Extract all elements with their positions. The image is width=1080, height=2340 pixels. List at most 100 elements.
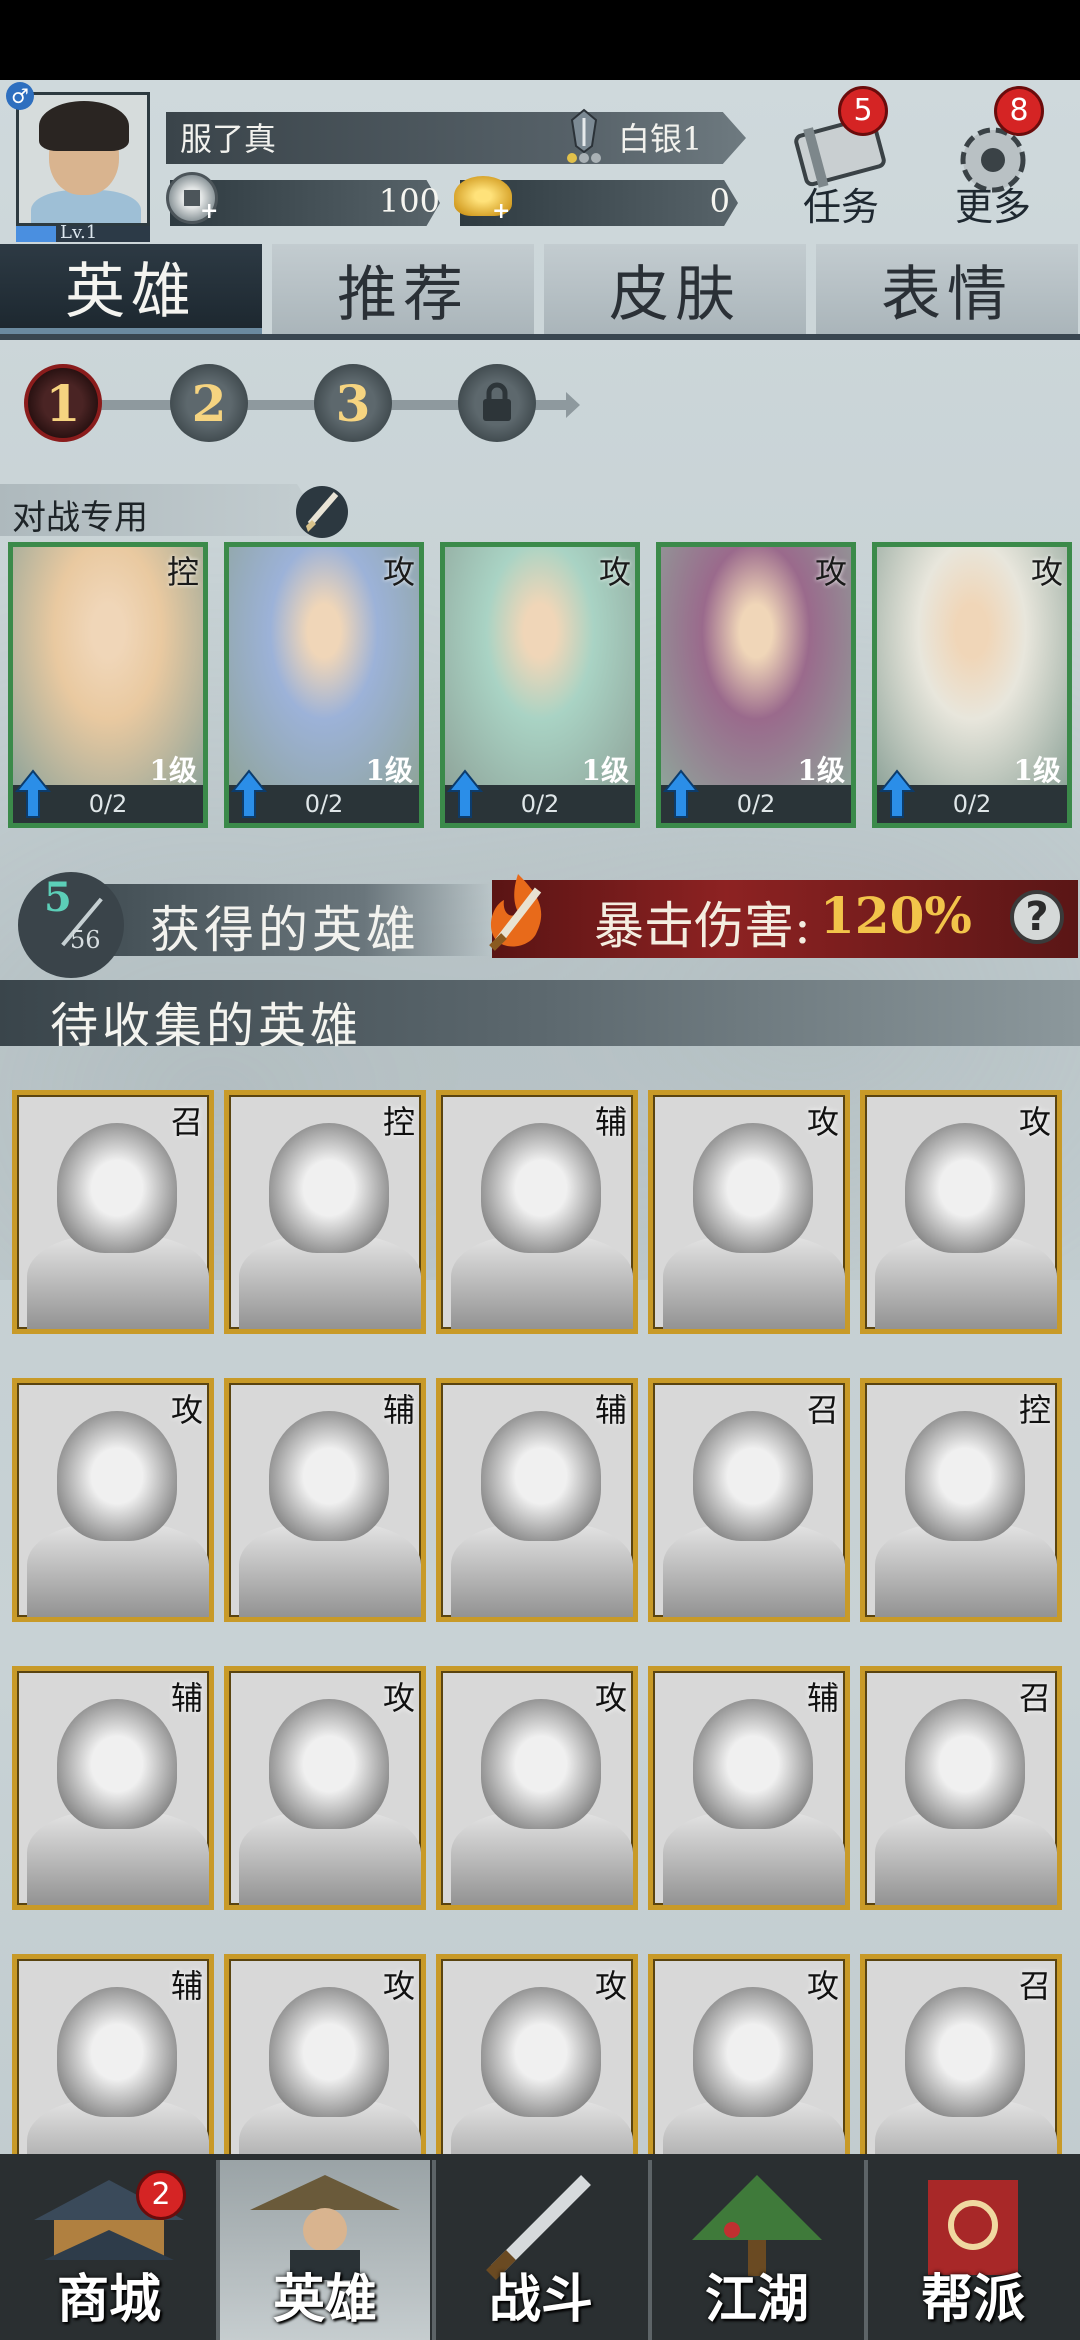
add-silver-icon[interactable]: + — [200, 198, 218, 224]
uncollected-hero-card[interactable]: 辅 — [12, 1954, 214, 2174]
team-hero-card[interactable]: 控 1级 0/2 — [8, 542, 208, 828]
upgrade-arrow-icon — [663, 769, 699, 818]
page-locked-button[interactable] — [458, 364, 536, 442]
tasks-button[interactable]: 任务 5 — [786, 86, 896, 229]
hero-role: 辅 — [594, 1103, 627, 1141]
shop-badge: 2 — [136, 2170, 186, 2220]
hero-role: 攻 — [382, 553, 415, 591]
hero-silhouette-head — [905, 1411, 1025, 1541]
uncollected-hero-card[interactable]: 召 — [12, 1090, 214, 1334]
uncollected-hero-card[interactable]: 攻 — [224, 1954, 426, 2174]
uncollected-hero-card[interactable]: 攻 — [648, 1090, 850, 1334]
hero-role: 辅 — [170, 1679, 203, 1717]
nav-shop[interactable]: 商城 2 — [4, 2160, 214, 2340]
hero-silhouette-head — [693, 1123, 813, 1253]
tab-underline — [0, 334, 1080, 340]
brush-icon — [306, 492, 339, 532]
uncollected-hero-card[interactable]: 攻 — [860, 1090, 1062, 1334]
hero-role: 攻 — [1030, 553, 1063, 591]
hero-role: 控 — [166, 553, 199, 591]
gold-amount: 0 — [709, 182, 730, 220]
nav-battle[interactable]: 战斗 — [436, 2160, 646, 2340]
rank-icon[interactable] — [562, 108, 606, 164]
upgrade-arrow-icon — [447, 769, 483, 818]
crit-damage-value: 120% — [820, 886, 972, 945]
to-collect-label: 待收集的英雄 — [50, 998, 363, 1054]
hero-role: 辅 — [170, 1967, 203, 2005]
uncollected-hero-card[interactable]: 辅 — [436, 1090, 638, 1334]
hero-silhouette-head — [905, 1987, 1025, 2117]
hero-silhouette-head — [57, 1987, 177, 2117]
uncollected-hero-card[interactable]: 攻 — [648, 1954, 850, 2174]
tasks-label: 任务 — [802, 185, 879, 229]
hero-role: 攻 — [170, 1391, 203, 1429]
tab-recommend[interactable]: 推荐 — [272, 244, 534, 334]
hero-level: 1级 — [581, 754, 629, 787]
uncollected-hero-card[interactable]: 召 — [860, 1666, 1062, 1910]
more-button[interactable]: 更多 8 — [940, 86, 1050, 229]
page-1-button[interactable]: 1 — [24, 364, 102, 442]
hero-silhouette-head — [269, 1123, 389, 1253]
hero-silhouette-head — [269, 1699, 389, 1829]
nav-guild[interactable]: 帮派 — [868, 2160, 1078, 2340]
uncollected-hero-card[interactable]: 控 — [224, 1090, 426, 1334]
hero-silhouette-head — [481, 1987, 601, 2117]
hero-silhouette-head — [693, 1411, 813, 1541]
tab-heroes[interactable]: 英雄 — [0, 244, 262, 334]
hero-silhouette-head — [481, 1411, 601, 1541]
hero-silhouette-head — [481, 1699, 601, 1829]
page-2-button[interactable]: 2 — [170, 364, 248, 442]
uncollected-hero-card[interactable]: 攻 — [436, 1954, 638, 2174]
tab-emotes[interactable]: 表情 — [816, 244, 1078, 334]
nav-label: 战斗 — [488, 2269, 593, 2330]
status-bar — [0, 0, 1080, 80]
hero-role: 召 — [1018, 1679, 1051, 1717]
uncollected-hero-card[interactable]: 召 — [860, 1954, 1062, 2174]
player-name[interactable]: 服了真 — [180, 114, 276, 160]
add-gold-icon[interactable]: + — [492, 198, 510, 224]
uncollected-hero-card[interactable]: 辅 — [436, 1378, 638, 1622]
uncollected-hero-card[interactable]: 辅 — [12, 1666, 214, 1910]
nav-label: 商城 — [56, 2269, 161, 2330]
hero-role: 攻 — [1018, 1103, 1051, 1141]
page-3-button[interactable]: 3 — [314, 364, 392, 442]
avatar-hair — [39, 101, 129, 151]
uncollected-hero-card[interactable]: 辅 — [224, 1378, 426, 1622]
hero-role: 召 — [806, 1391, 839, 1429]
team-hero-card[interactable]: 攻 1级 0/2 — [872, 542, 1072, 828]
team-hero-card[interactable]: 攻 1级 0/2 — [224, 542, 424, 828]
uncollected-hero-card[interactable]: 攻 — [224, 1666, 426, 1910]
hero-role: 控 — [382, 1103, 415, 1141]
player-avatar[interactable] — [16, 92, 150, 226]
help-button[interactable]: ? — [1010, 890, 1064, 944]
level-bar-fill — [16, 226, 56, 242]
arrow-right-icon — [540, 392, 580, 418]
hero-role: 控 — [1018, 1391, 1051, 1429]
edit-team-button[interactable] — [296, 486, 348, 538]
nav-jianghu[interactable]: 江湖 — [652, 2160, 862, 2340]
uncollected-hero-card[interactable]: 辅 — [648, 1666, 850, 1910]
hero-silhouette-head — [905, 1699, 1025, 1829]
crit-damage-label: 暴击伤害: — [594, 897, 811, 955]
upgrade-arrow-icon — [231, 769, 267, 818]
hero-role: 召 — [1018, 1967, 1051, 2005]
hero-role: 攻 — [594, 1967, 627, 2005]
tab-skins[interactable]: 皮肤 — [544, 244, 806, 334]
uncollected-hero-card[interactable]: 攻 — [436, 1666, 638, 1910]
hero-silhouette-head — [57, 1123, 177, 1253]
team-hero-card[interactable]: 攻 1级 0/2 — [440, 542, 640, 828]
upgrade-arrow-icon — [879, 769, 915, 818]
hero-silhouette-head — [481, 1123, 601, 1253]
hero-silhouette-head — [57, 1411, 177, 1541]
hero-level: 1级 — [365, 754, 413, 787]
uncollected-hero-card[interactable]: 召 — [648, 1378, 850, 1622]
team-hero-card[interactable]: 攻 1级 0/2 — [656, 542, 856, 828]
hero-silhouette-head — [693, 1699, 813, 1829]
silver-amount: 100 — [378, 182, 440, 220]
nav-heroes[interactable]: 英雄 — [220, 2160, 430, 2340]
uncollected-hero-card[interactable]: 控 — [860, 1378, 1062, 1622]
hero-role: 辅 — [594, 1391, 627, 1429]
avatar-body — [31, 190, 141, 223]
uncollected-hero-card[interactable]: 攻 — [12, 1378, 214, 1622]
more-label: 更多 — [954, 185, 1031, 229]
